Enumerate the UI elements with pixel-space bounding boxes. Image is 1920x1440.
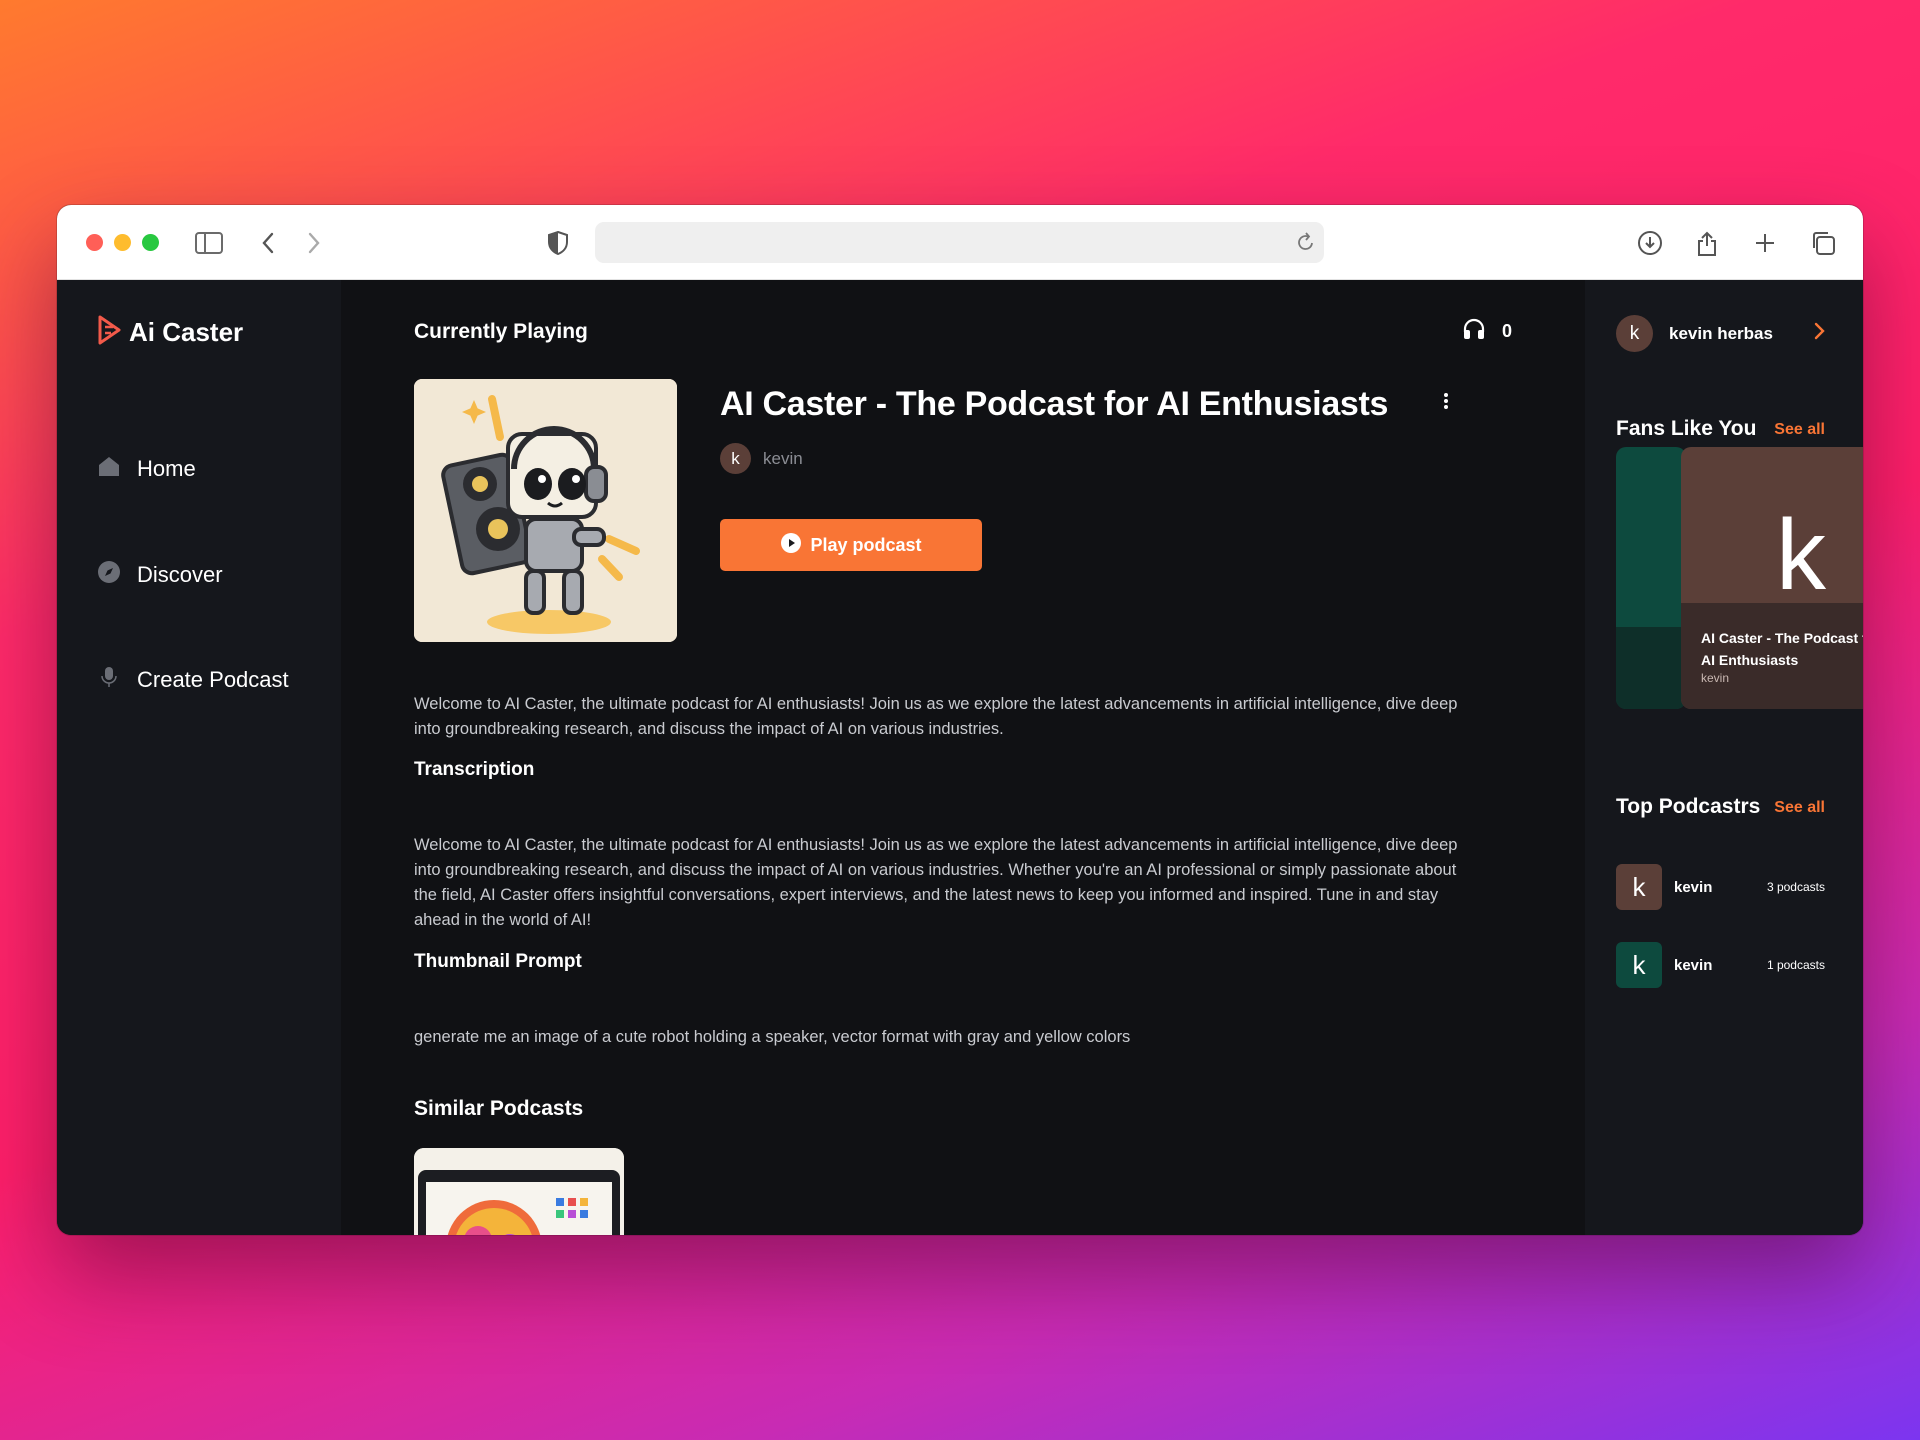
podcast-details: Currently Playing 0 AI Caster - The Podc… [341, 280, 1585, 1235]
fan-card-title: AI Caster - The Podcast for AI Enthusias… [1701, 630, 1863, 668]
window-controls [86, 234, 159, 251]
author-avatar: k [720, 443, 751, 474]
new-tab-icon[interactable] [1749, 227, 1781, 259]
nav-home-label: Home [137, 456, 196, 481]
podcaster-count: 1 podcasts [1766, 958, 1825, 972]
nav-create-label: Create Podcast [137, 667, 289, 692]
app-logo[interactable]: Ai Caster [97, 315, 243, 350]
similar-podcast-card[interactable] [414, 1148, 624, 1235]
podcaster-name: kevin [1674, 878, 1713, 896]
fans-like-you-heading: Fans Like You [1616, 417, 1757, 440]
podcast-thumbnail [414, 379, 677, 642]
user-avatar: k [1616, 315, 1653, 352]
right-sidebar: k kevin herbas Fans Like You See all k A… [1585, 280, 1863, 1235]
browser-window: Ai Caster Home Discover Create Podcast C… [57, 205, 1863, 1235]
compass-icon [97, 560, 121, 590]
listen-count-value: 0 [1501, 321, 1512, 341]
transcription-text: Welcome to AI Caster, the ultimate podca… [414, 836, 1458, 929]
nav-home[interactable]: Home [97, 455, 196, 483]
podcast-description: Welcome to AI Caster, the ultimate podca… [414, 695, 1458, 738]
fan-card[interactable]: k AI Caster - The Podcast for AI Enthusi… [1681, 447, 1863, 709]
thumbnail-prompt-text: generate me an image of a cute robot hol… [414, 1028, 1131, 1046]
close-window-button[interactable] [86, 234, 103, 251]
user-name: kevin herbas [1669, 323, 1773, 343]
app-root: Ai Caster Home Discover Create Podcast C… [57, 280, 1863, 1235]
microphone-icon [97, 665, 121, 695]
currently-playing-heading: Currently Playing [414, 320, 588, 343]
podcast-author[interactable]: k kevin [720, 443, 803, 474]
fans-see-all-link[interactable]: See all [1774, 421, 1825, 439]
back-icon[interactable] [252, 227, 284, 259]
author-name: kevin [763, 448, 803, 468]
left-sidebar: Ai Caster Home Discover Create Podcast [57, 280, 341, 1235]
play-podcast-label: Play podcast [810, 534, 922, 555]
chevron-right-icon[interactable] [1813, 322, 1825, 345]
forward-icon[interactable] [298, 227, 330, 259]
top-podcaster-row[interactable]: k kevin 3 podcasts [1616, 864, 1825, 910]
browser-toolbar [57, 205, 1863, 280]
address-bar[interactable] [595, 222, 1324, 263]
nav-discover[interactable]: Discover [97, 560, 223, 590]
shield-icon[interactable] [542, 227, 574, 259]
transcription-heading: Transcription [414, 759, 535, 780]
listen-count: 0 [1462, 318, 1512, 345]
similar-podcasts-heading: Similar Podcasts [414, 1097, 584, 1120]
sidebar-toggle-icon[interactable] [193, 227, 225, 259]
download-icon[interactable] [1634, 227, 1666, 259]
current-user[interactable]: k kevin herbas [1616, 315, 1825, 352]
fan-card-author: kevin [1701, 671, 1730, 685]
podcaster-avatar: k [1616, 864, 1662, 910]
fan-card-partial[interactable] [1616, 447, 1686, 709]
tab-overview-icon[interactable] [1807, 227, 1839, 259]
top-see-all-link[interactable]: See all [1774, 799, 1825, 817]
thumbnail-prompt-heading: Thumbnail Prompt [414, 951, 582, 972]
podcaster-count: 3 podcasts [1766, 880, 1825, 894]
home-icon [97, 455, 121, 483]
fans-carousel: k AI Caster - The Podcast for AI Enthusi… [1616, 447, 1863, 709]
podcaster-name: kevin [1674, 956, 1713, 974]
play-podcast-button[interactable]: Play podcast [720, 519, 982, 571]
podcaster-avatar: k [1616, 942, 1662, 988]
minimize-window-button[interactable] [114, 234, 131, 251]
nav-discover-label: Discover [137, 562, 223, 587]
zoom-window-button[interactable] [142, 234, 159, 251]
reload-icon[interactable] [1296, 231, 1316, 258]
fan-card-initial: k [1776, 499, 1826, 611]
headphones-icon [1462, 318, 1486, 345]
more-options-icon[interactable] [1443, 392, 1449, 410]
nav-create-podcast[interactable]: Create Podcast [97, 665, 289, 695]
app-name: Ai Caster [129, 317, 244, 347]
logo-icon [97, 315, 123, 350]
play-icon [780, 532, 802, 559]
top-podcaster-row[interactable]: k kevin 1 podcasts [1616, 942, 1825, 988]
podcast-title: AI Caster - The Podcast for AI Enthusias… [720, 385, 1389, 423]
top-podcasters-heading: Top Podcastrs [1616, 795, 1761, 818]
share-icon[interactable] [1691, 227, 1723, 259]
